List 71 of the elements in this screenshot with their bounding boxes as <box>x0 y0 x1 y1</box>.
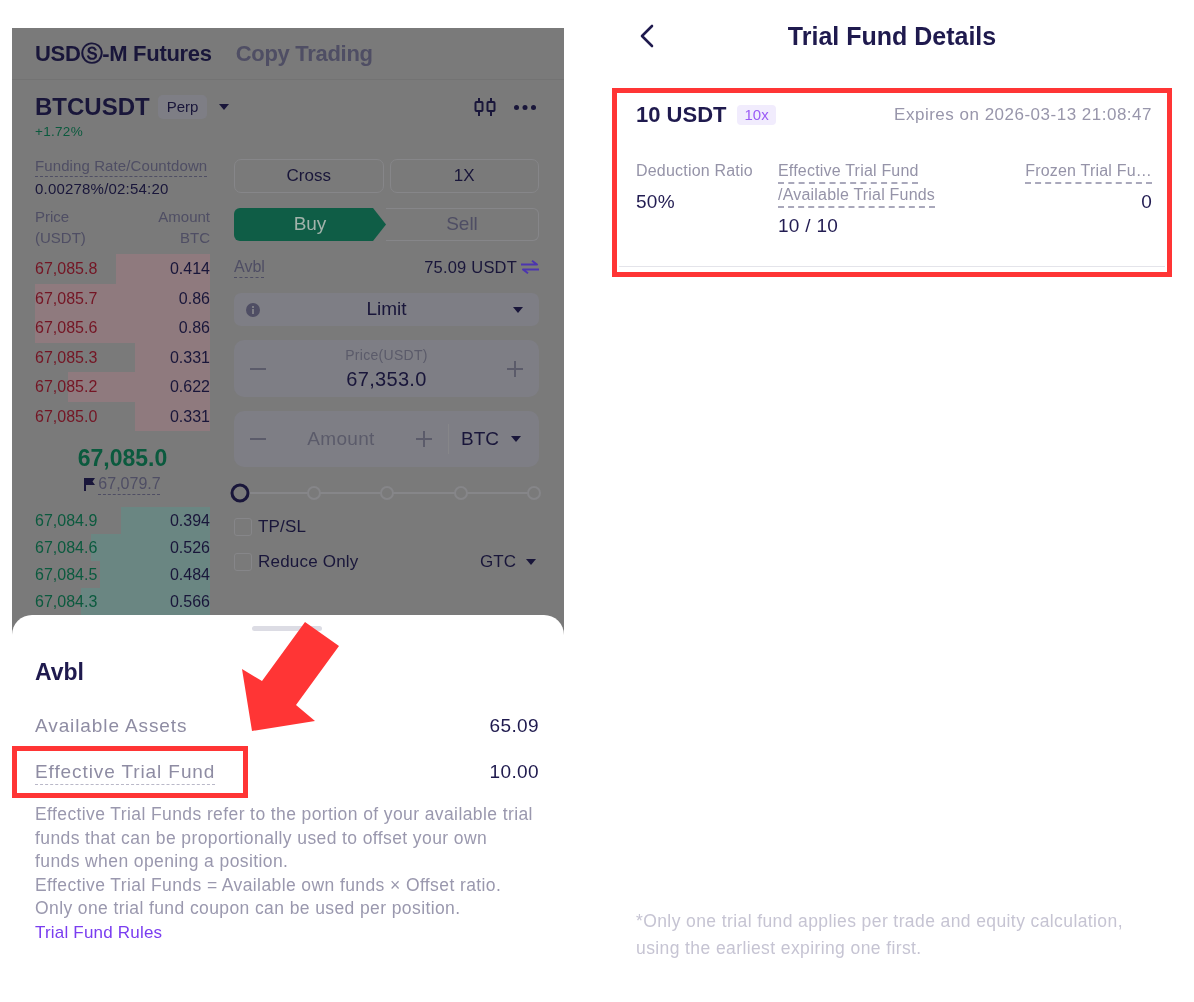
plus-icon[interactable] <box>416 431 432 447</box>
rules-link[interactable]: Trial Fund Rules <box>35 920 163 945</box>
contract-badge: Perp <box>157 95 208 119</box>
bid-price: 67,084.9 <box>35 511 98 530</box>
stat-value: 0 <box>1140 190 1152 214</box>
back-icon[interactable] <box>640 24 654 48</box>
symbol-title[interactable]: BTCUSDT <box>35 93 150 121</box>
asset-label: Available Assets <box>35 714 188 738</box>
ask-price: 67,085.2 <box>35 378 98 396</box>
description-text: Effective Trial Funds = Available own funds × Offset ratio. <box>35 873 503 897</box>
caret-icon[interactable] <box>219 104 230 110</box>
plus-icon[interactable] <box>507 360 523 377</box>
price-value: 67,353.0 <box>346 366 427 391</box>
order-amount: 0.484 <box>169 565 210 584</box>
swap-icon[interactable] <box>521 260 539 274</box>
asset-value: 10.00 <box>489 760 539 784</box>
order-amount: 0.86 <box>178 289 210 308</box>
more-icon[interactable] <box>514 104 536 110</box>
stat-label: Deduction Ratio <box>636 161 753 181</box>
time-in-force-dropdown[interactable]: GTC <box>480 549 539 575</box>
flag-icon <box>84 477 96 491</box>
available-balance: 75.09 USDT <box>424 257 517 277</box>
caret-icon <box>513 306 523 313</box>
ask-price: 67,085.3 <box>35 348 98 367</box>
slider-thumb[interactable] <box>230 483 250 503</box>
asset-label[interactable]: Effective Trial Fund <box>35 760 216 784</box>
bid-price: 67,084.3 <box>35 592 98 611</box>
stat-label[interactable]: Effective Trial Fund /Available Trial Funds <box>778 159 978 207</box>
order-amount: 0.394 <box>169 511 210 530</box>
leverage-badge: 10x <box>737 105 776 125</box>
slider-track[interactable] <box>231 483 543 503</box>
description-text: Effective Trial Funds refer to the portion of your available trial funds that can be proportionally used to offset your own funds when opening a position. <box>35 803 534 873</box>
funding-rate-value: 0.00278%/02:54:20 <box>35 179 169 199</box>
market-tab[interactable]: USDⓈ-M Futures <box>35 39 212 68</box>
stat-label[interactable]: Frozen Trial Fu… <box>1025 159 1152 183</box>
leverage-button[interactable]: 1X <box>389 159 539 193</box>
order-amount: 0.526 <box>169 538 210 557</box>
info-icon[interactable] <box>246 302 260 317</box>
page-title: Trial Fund Details <box>786 21 998 51</box>
stat-value: 10 / 10 <box>778 214 840 238</box>
order-amount: 0.622 <box>169 378 210 396</box>
price-change-text: +1.72% <box>35 124 84 140</box>
ask-price: 67,085.6 <box>35 319 98 337</box>
unit-dropdown[interactable]: BTC <box>461 424 523 454</box>
caret-icon <box>526 559 536 565</box>
margin-mode-button[interactable]: Cross <box>234 159 384 193</box>
minus-icon[interactable] <box>250 367 266 370</box>
footnote-text: *Only one trial fund applies per trade and equity calculation, using the earliest expiring one first. <box>635 910 1124 960</box>
ask-price: 67,085.7 <box>35 289 98 308</box>
sheet-title: Avbl <box>35 658 85 686</box>
stat-value: 50% <box>636 190 676 214</box>
fund-amount: 10 USDT <box>636 102 727 128</box>
order-amount: 0.331 <box>169 348 210 367</box>
side-tab[interactable]: Buy <box>234 208 386 241</box>
checkbox-label: Reduce Only <box>258 551 359 574</box>
asset-value: 65.09 <box>489 714 539 738</box>
order-amount: 0.86 <box>178 319 210 337</box>
ask-price: 67,085.8 <box>35 260 98 278</box>
candlestick-icon[interactable] <box>474 98 496 116</box>
order-amount: 0.566 <box>169 592 210 611</box>
bid-price: 67,084.5 <box>35 565 98 584</box>
last-price: 67,085.0 <box>77 444 168 472</box>
expiry-text: Expires on 2026-03-13 21:08:47 <box>894 105 1152 125</box>
caret-icon <box>511 436 521 442</box>
order-amount: 0.414 <box>169 260 210 278</box>
checkbox-label: TP/SL <box>258 516 307 539</box>
ask-price: 67,085.0 <box>35 407 98 426</box>
order-type-dropdown[interactable]: Limit <box>234 293 539 326</box>
description-text: Only one trial fund coupon can be used per position. <box>35 897 462 920</box>
order-amount: 0.331 <box>169 407 210 426</box>
bid-price: 67,084.6 <box>35 538 98 557</box>
